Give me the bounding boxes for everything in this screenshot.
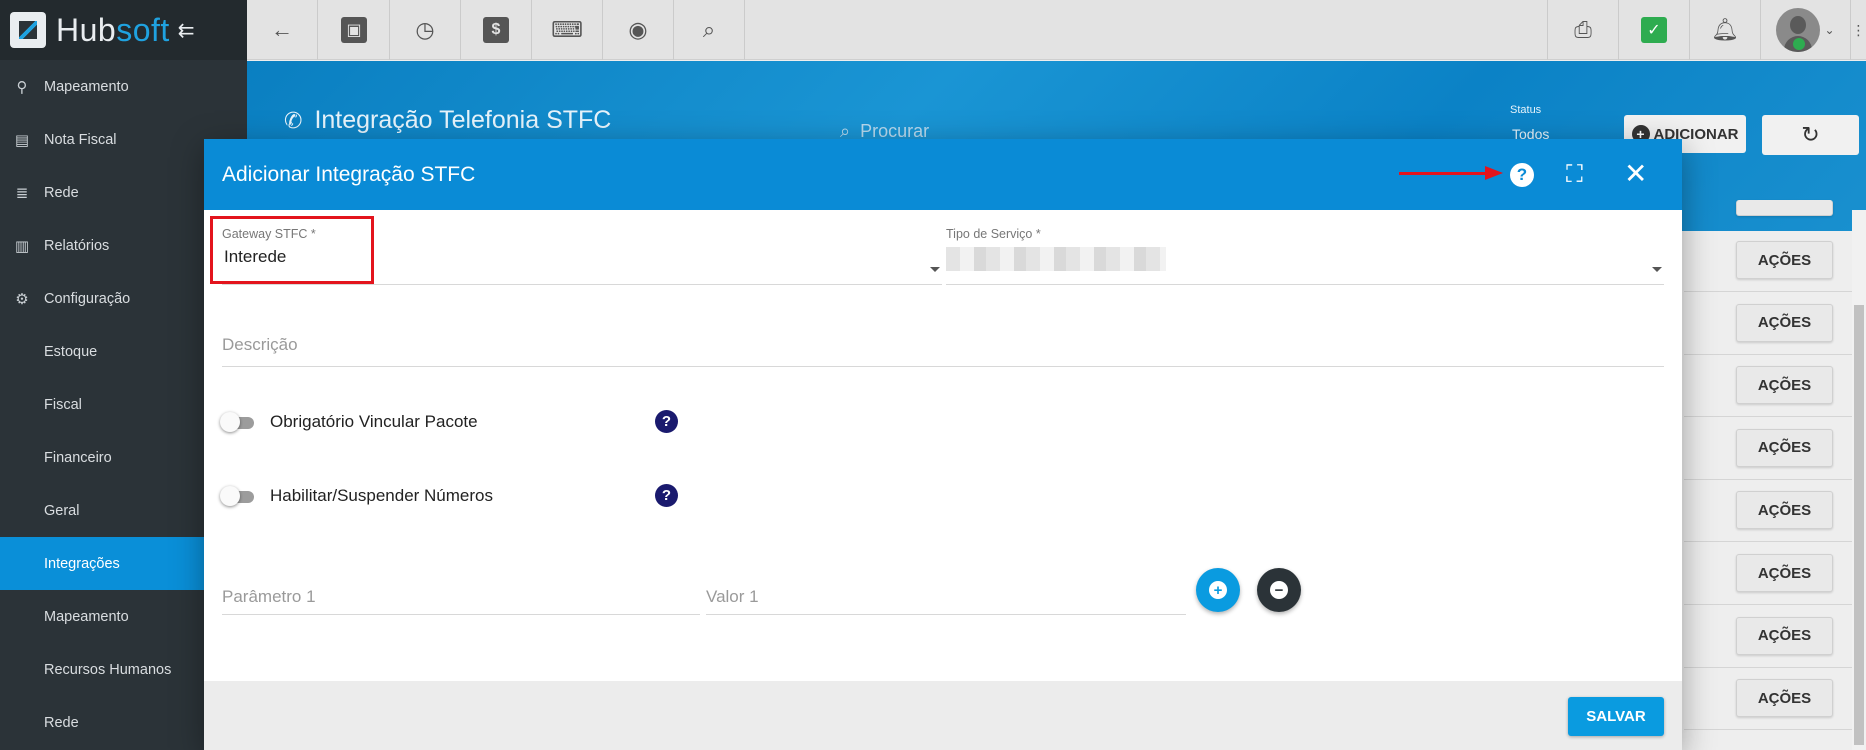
hubsoft-logo-icon xyxy=(10,12,46,48)
page-title-text: Integração Telefonia STFC xyxy=(314,106,612,134)
value-placeholder: Valor 1 xyxy=(706,587,759,606)
row-actions-button[interactable]: AÇÕES xyxy=(1736,428,1833,467)
sidebar-item-label: Mapeamento xyxy=(44,78,129,95)
add-integration-modal: Adicionar Integração STFC ? ⛶ ✕ Gateway … xyxy=(204,139,1682,750)
row-actions-button[interactable] xyxy=(1736,200,1833,216)
sidebar-subitem-label: Rede xyxy=(44,714,79,731)
status-label: Status xyxy=(1510,104,1542,116)
gear-icon: ⚙ xyxy=(15,290,29,308)
annotation-arrow xyxy=(1399,172,1487,175)
contact-card-icon[interactable]: ▣ xyxy=(319,0,390,60)
sidebar-item[interactable]: ⚲ Mapeamento xyxy=(0,60,247,113)
row-actions-button[interactable]: AÇÕES xyxy=(1736,554,1833,592)
dropdown-caret-icon xyxy=(1652,267,1662,272)
terminal-icon[interactable]: ⌨ xyxy=(532,0,603,60)
remove-parameter-button[interactable]: − xyxy=(1257,568,1301,612)
topbar: ← ▣ ◷ $ ⌨ ◉ ⌕ ⎙ ✓ 🔔︎ ⌄ ⋮ xyxy=(247,0,1866,60)
parameter-field[interactable]: Parâmetro 1 xyxy=(222,579,700,615)
annotation-highlight-box xyxy=(210,216,374,284)
toggle-obrigatorio-vincular-pacote[interactable] xyxy=(220,412,256,432)
bell-icon[interactable]: 🔔︎ xyxy=(1689,0,1760,60)
row-divider xyxy=(1684,666,1854,668)
row-divider xyxy=(1684,478,1854,480)
row-divider xyxy=(1684,604,1854,605)
service-type-select[interactable]: Tipo de Serviço * xyxy=(946,227,1664,285)
document-icon: ▤ xyxy=(14,131,30,149)
help-icon[interactable]: ? xyxy=(1510,163,1534,187)
back-arrow-icon[interactable]: ← xyxy=(247,0,318,60)
brand-bar: Hubsoft ⇇ xyxy=(0,0,247,60)
phone-icon: ✆ xyxy=(284,107,303,133)
online-status-dot xyxy=(1793,38,1805,50)
sidebar-subitem-label: Fiscal xyxy=(44,396,82,413)
chat-check-icon[interactable]: ✓ xyxy=(1618,0,1689,60)
row-divider xyxy=(1684,416,1854,418)
toggle-label: Obrigatório Vincular Pacote xyxy=(270,412,478,431)
eye-icon[interactable]: ◉ xyxy=(603,0,674,60)
row-divider xyxy=(1684,291,1854,292)
row-actions-button[interactable]: AÇÕES xyxy=(1736,303,1833,342)
sidebar-subitem-label: Estoque xyxy=(44,343,98,360)
brand-name: Hubsoft xyxy=(56,11,170,48)
search-icon[interactable]: ⌕ xyxy=(674,0,745,60)
refresh-button[interactable]: ↻ xyxy=(1762,115,1859,155)
toggle-label: Habilitar/Suspender Números xyxy=(270,486,493,505)
service-type-value-redacted xyxy=(946,247,1166,271)
value-field[interactable]: Valor 1 xyxy=(706,579,1186,615)
save-button[interactable]: SALVAR xyxy=(1568,697,1664,736)
fullscreen-icon[interactable]: ⛶ xyxy=(1566,161,1583,189)
user-menu[interactable]: ⌄ xyxy=(1760,0,1850,60)
row-actions-button[interactable]: AÇÕES xyxy=(1736,616,1833,655)
sidebar-item-label: Nota Fiscal xyxy=(44,131,117,148)
annotation-arrow-head xyxy=(1485,166,1503,180)
modal-footer xyxy=(204,681,1682,750)
sidebar-subitem-label: Financeiro xyxy=(44,449,112,466)
minus-icon: − xyxy=(1270,581,1288,599)
service-type-label: Tipo de Serviço * xyxy=(946,227,1041,241)
help-icon[interactable]: ? xyxy=(655,410,678,433)
dollar-icon[interactable]: $ xyxy=(461,0,532,60)
dropdown-caret-icon xyxy=(930,267,940,272)
pdf-icon[interactable]: ⎙ xyxy=(1547,0,1618,60)
refresh-icon: ↻ xyxy=(1801,122,1820,147)
sidebar-item-label: Relatórios xyxy=(44,237,110,254)
sidebar-item-label: Rede xyxy=(44,184,79,201)
row-divider xyxy=(1684,729,1854,731)
row-actions-button[interactable]: AÇÕES xyxy=(1736,366,1833,405)
collapse-menu-icon[interactable]: ⇇ xyxy=(178,18,195,43)
sidebar-item-label: Configuração xyxy=(44,290,131,307)
row-actions-button[interactable]: AÇÕES xyxy=(1736,491,1833,530)
toggle-row-numeros: Habilitar/Suspender Números xyxy=(220,486,493,506)
close-icon[interactable]: ✕ xyxy=(1624,157,1647,190)
modal-header: Adicionar Integração STFC ? ⛶ ✕ xyxy=(204,139,1682,210)
toggle-habilitar-suspender-numeros[interactable] xyxy=(220,486,256,506)
toggle-row-pacote: Obrigatório Vincular Pacote xyxy=(220,412,478,432)
description-field[interactable]: Descrição xyxy=(222,327,1664,367)
sidebar-subitem-label: Recursos Humanos xyxy=(44,661,172,678)
server-icon: ≣ xyxy=(15,184,29,202)
more-icon[interactable]: ⋮ xyxy=(1850,0,1866,60)
row-actions-button[interactable]: AÇÕES xyxy=(1736,241,1833,279)
sidebar-subitem-label: Integrações xyxy=(44,555,120,572)
scrollbar-thumb[interactable] xyxy=(1854,305,1864,745)
chevron-down-icon: ⌄ xyxy=(1824,23,1835,37)
map-pin-icon: ⚲ xyxy=(16,78,28,96)
scrollbar[interactable] xyxy=(1852,210,1866,750)
modal-title: Adicionar Integração STFC xyxy=(222,162,476,186)
sidebar-subitem-label: Mapeamento xyxy=(44,608,129,625)
row-actions-button[interactable]: AÇÕES xyxy=(1736,679,1833,718)
row-divider xyxy=(1684,541,1854,543)
report-icon: ▥ xyxy=(14,237,30,255)
calendar-clock-icon[interactable]: ◷ xyxy=(390,0,461,60)
page-title: ✆ Integração Telefonia STFC xyxy=(284,106,611,135)
sidebar-subitem-label: Geral xyxy=(44,502,80,519)
help-icon[interactable]: ? xyxy=(655,484,678,507)
parameter-placeholder: Parâmetro 1 xyxy=(222,587,316,606)
add-parameter-button[interactable]: + xyxy=(1196,568,1240,612)
row-divider xyxy=(1684,353,1854,355)
description-placeholder: Descrição xyxy=(222,335,298,354)
plus-icon: + xyxy=(1209,581,1227,599)
